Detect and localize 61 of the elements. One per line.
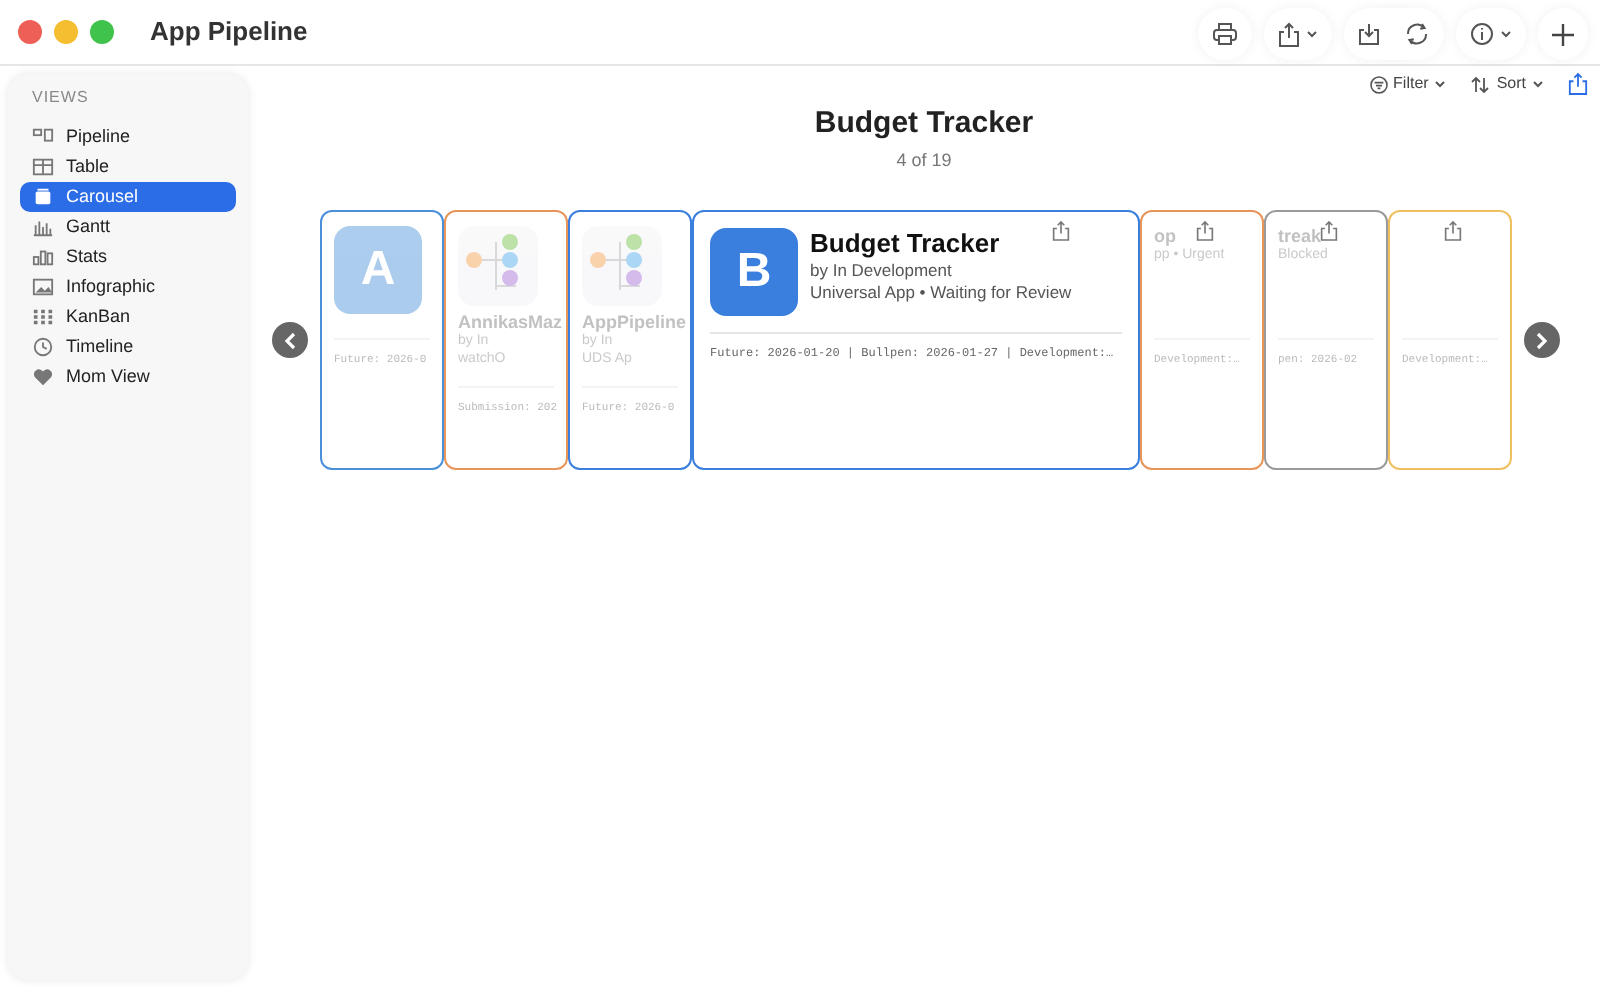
filter-menu[interactable]: Filter <box>1369 72 1447 96</box>
share-menu-button[interactable] <box>1264 8 1332 60</box>
sort-menu[interactable]: Sort <box>1470 72 1544 96</box>
app-title: AppPipeline <box>582 312 687 334</box>
clock-icon <box>32 336 54 358</box>
sidebar-item[interactable]: Mom View <box>20 362 236 392</box>
app-title: Budget Tracker <box>810 228 1000 261</box>
sidebar-item[interactable]: Carousel <box>20 182 236 212</box>
sort-arrows-icon <box>1470 75 1491 93</box>
chevron-right-icon <box>1536 331 1548 349</box>
add-button[interactable] <box>1538 8 1588 60</box>
item-title: Budget Tracker <box>812 104 1036 144</box>
sidebar-item[interactable]: Stats <box>20 242 236 272</box>
info-menu-button[interactable] <box>1456 8 1526 60</box>
close-button[interactable] <box>18 20 42 44</box>
sidebar-item[interactable]: Infographic <box>20 272 236 302</box>
share-icon[interactable] <box>1568 72 1588 96</box>
share-icon[interactable] <box>1444 220 1462 242</box>
share-icon[interactable] <box>1196 220 1214 242</box>
section-heading: VIEWS <box>30 86 91 110</box>
app-title: AnnikasMaz <box>458 312 563 333</box>
sidebar-item[interactable]: Table <box>20 152 236 182</box>
info-icon <box>1470 22 1494 46</box>
share-icon[interactable] <box>1052 220 1070 242</box>
chevron-down-icon <box>1434 80 1447 88</box>
print-button[interactable] <box>1198 8 1252 60</box>
position-counter: 4 of 19 <box>894 147 954 173</box>
developer-text: by In Development <box>810 260 952 282</box>
next-button[interactable] <box>1524 322 1560 358</box>
chevron-down-icon <box>1306 30 1318 38</box>
app-icon: A <box>334 226 422 314</box>
flow-diagram-icon <box>458 226 538 306</box>
grid-icon <box>32 306 54 328</box>
sidebar-item[interactable]: Pipeline <box>20 122 236 152</box>
printer-icon <box>1212 22 1238 46</box>
chevron-left-icon <box>284 331 296 349</box>
chevron-down-icon <box>1532 80 1544 88</box>
share-icon[interactable] <box>1320 220 1338 242</box>
app-title: treak <box>1278 226 1322 247</box>
flow-diagram-icon <box>582 226 662 306</box>
sidebar-item[interactable]: KanBan <box>20 302 236 332</box>
stack-icon <box>32 186 54 208</box>
table-icon <box>32 156 54 178</box>
status-text: Universal App • Waiting for Review <box>810 281 1072 303</box>
filter-icon <box>1369 75 1388 93</box>
window-title: App Pipeline <box>150 14 308 51</box>
sidebar-item[interactable]: Gantt <box>20 212 236 242</box>
columns-icon <box>32 126 54 148</box>
chevron-down-icon <box>1500 30 1512 38</box>
app-title: op <box>1154 226 1176 249</box>
bar-chart-icon <box>32 216 54 238</box>
app-icon: B <box>710 228 798 316</box>
sidebar-item[interactable]: Timeline <box>20 332 236 362</box>
plus-icon <box>1552 23 1574 45</box>
refresh-icon[interactable] <box>1404 22 1430 46</box>
bar-chart-icon <box>32 246 54 268</box>
download-icon[interactable] <box>1358 22 1380 46</box>
heart-icon <box>32 366 54 388</box>
photo-icon <box>32 276 54 298</box>
share-icon <box>1278 21 1300 47</box>
previous-button[interactable] <box>272 322 308 358</box>
